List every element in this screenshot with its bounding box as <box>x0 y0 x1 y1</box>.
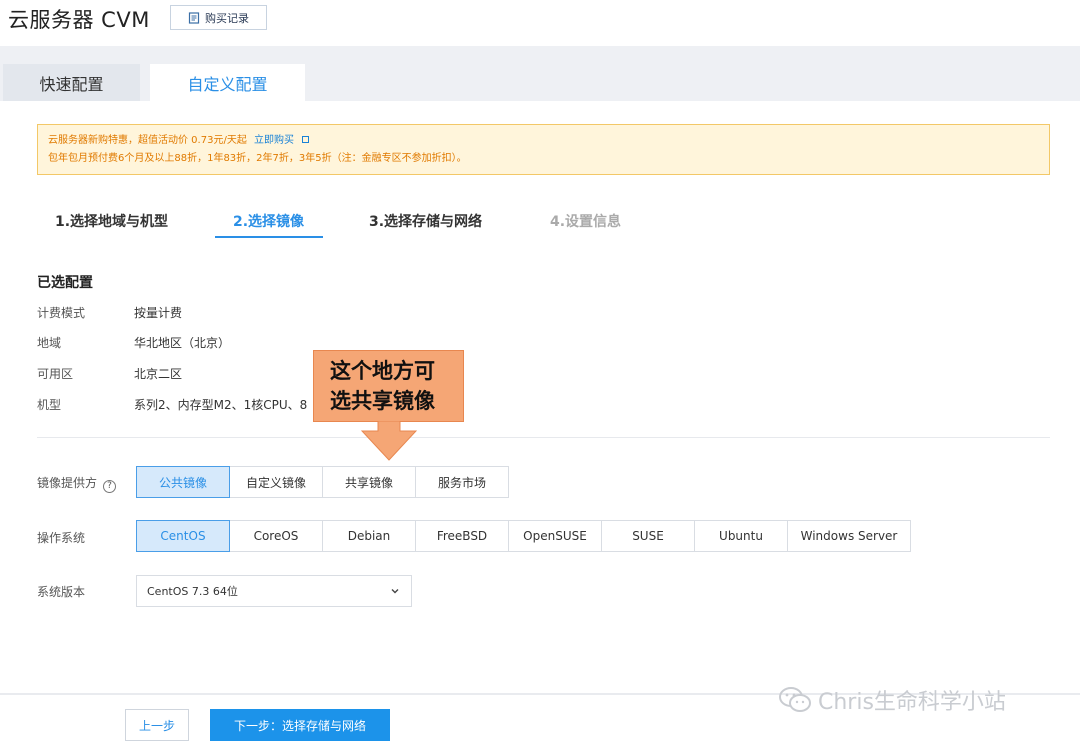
config-key: 可用区 <box>37 367 74 381</box>
section-divider <box>37 437 1050 438</box>
config-region: 地域 华北地区（北京） <box>37 334 230 351</box>
config-tabs: 快速配置 自定义配置 <box>0 46 1080 101</box>
image-provider-marketplace[interactable]: 服务市场 <box>415 466 509 498</box>
image-provider-label-row: 镜像提供方? <box>37 474 117 493</box>
tab-custom-config[interactable]: 自定义配置 <box>150 64 305 101</box>
annotation-callout: 这个地方可 选共享镜像 <box>313 350 464 422</box>
config-zone: 可用区 北京二区 <box>37 365 182 382</box>
watermark: Chris生命科学小站 <box>778 684 1006 716</box>
promo-banner: 云服务器新购特惠，超值活动价 0.73元/天起 立即购买 包年包月预付费6个月及… <box>37 124 1050 175</box>
config-key: 计费模式 <box>37 306 86 320</box>
external-link-icon[interactable] <box>302 136 310 143</box>
config-instance-type: 机型 系列2、内存型M2、1核CPU、8 <box>37 396 307 413</box>
os-option-opensuse[interactable]: OpenSUSE <box>508 520 602 552</box>
step-storage-network[interactable]: 3.选择存储与网络 <box>369 211 482 231</box>
image-provider-shared[interactable]: 共享镜像 <box>322 466 416 498</box>
os-option-ubuntu[interactable]: Ubuntu <box>694 520 788 552</box>
watermark-text: Chris生命科学小站 <box>818 690 1006 715</box>
os-label: 操作系统 <box>37 531 86 545</box>
callout-line-1: 这个地方可 <box>330 359 435 383</box>
image-provider-label: 镜像提供方 <box>37 476 98 490</box>
active-step-underline <box>215 236 323 238</box>
image-provider-custom[interactable]: 自定义镜像 <box>229 466 323 498</box>
question-circle-icon[interactable]: ? <box>103 479 117 493</box>
selected-config-title: 已选配置 <box>37 275 93 291</box>
promo-line-1: 云服务器新购特惠，超值活动价 0.73元/天起 立即购买 <box>48 132 1039 150</box>
receipt-icon <box>188 11 200 24</box>
os-option-centos[interactable]: CentOS <box>136 520 230 552</box>
version-label: 系统版本 <box>37 585 86 599</box>
previous-step-button[interactable]: 上一步 <box>125 709 189 741</box>
wechat-icon <box>779 687 811 712</box>
step-image[interactable]: 2.选择镜像 <box>233 211 304 231</box>
config-value: 系列2、内存型M2、1核CPU、8 <box>134 398 308 412</box>
step-region-instance[interactable]: 1.选择地域与机型 <box>55 211 168 231</box>
promo-text: 云服务器新购特惠，超值活动价 0.73元/天起 <box>48 135 247 146</box>
tab-quick-config[interactable]: 快速配置 <box>3 64 140 101</box>
version-select[interactable]: CentOS 7.3 64位 <box>136 575 412 607</box>
image-provider-public[interactable]: 公共镜像 <box>136 466 230 498</box>
config-billing: 计费模式 按量计费 <box>37 304 182 321</box>
chevron-down-icon <box>391 589 399 594</box>
os-option-debian[interactable]: Debian <box>322 520 416 552</box>
config-value: 华北地区（北京） <box>134 336 231 350</box>
config-key: 机型 <box>37 398 62 412</box>
page-title: 云服务器 CVM <box>8 8 150 32</box>
next-step-button[interactable]: 下一步：选择存储与网络 <box>210 709 390 741</box>
step-settings: 4.设置信息 <box>550 214 622 230</box>
os-selector: CentOS CoreOS Debian FreeBSD OpenSUSE SU… <box>136 520 911 552</box>
os-option-windows-server[interactable]: Windows Server <box>787 520 911 552</box>
config-key: 地域 <box>37 336 62 350</box>
step-indicator: 1.选择地域与机型 2.选择镜像 3.选择存储与网络 4.设置信息 <box>0 205 1080 239</box>
callout-line-2: 选共享镜像 <box>330 389 435 413</box>
buy-now-link[interactable]: 立即购买 <box>254 135 294 146</box>
top-bar: 云服务器 CVM 购买记录 <box>0 0 1080 46</box>
purchase-records-label: 购买记录 <box>205 11 249 25</box>
os-option-freebsd[interactable]: FreeBSD <box>415 520 509 552</box>
config-value: 北京二区 <box>134 367 183 381</box>
config-value: 按量计费 <box>134 306 183 320</box>
image-provider-selector: 公共镜像 自定义镜像 共享镜像 服务市场 <box>136 466 509 498</box>
callout-arrow-icon <box>361 421 417 461</box>
os-option-coreos[interactable]: CoreOS <box>229 520 323 552</box>
purchase-records-button[interactable]: 购买记录 <box>170 5 267 30</box>
version-select-value: CentOS 7.3 64位 <box>147 585 238 598</box>
os-option-suse[interactable]: SUSE <box>601 520 695 552</box>
promo-line-2: 包年包月预付费6个月及以上88折，1年83折，2年7折，3年5折（注：金融专区不… <box>48 153 467 164</box>
